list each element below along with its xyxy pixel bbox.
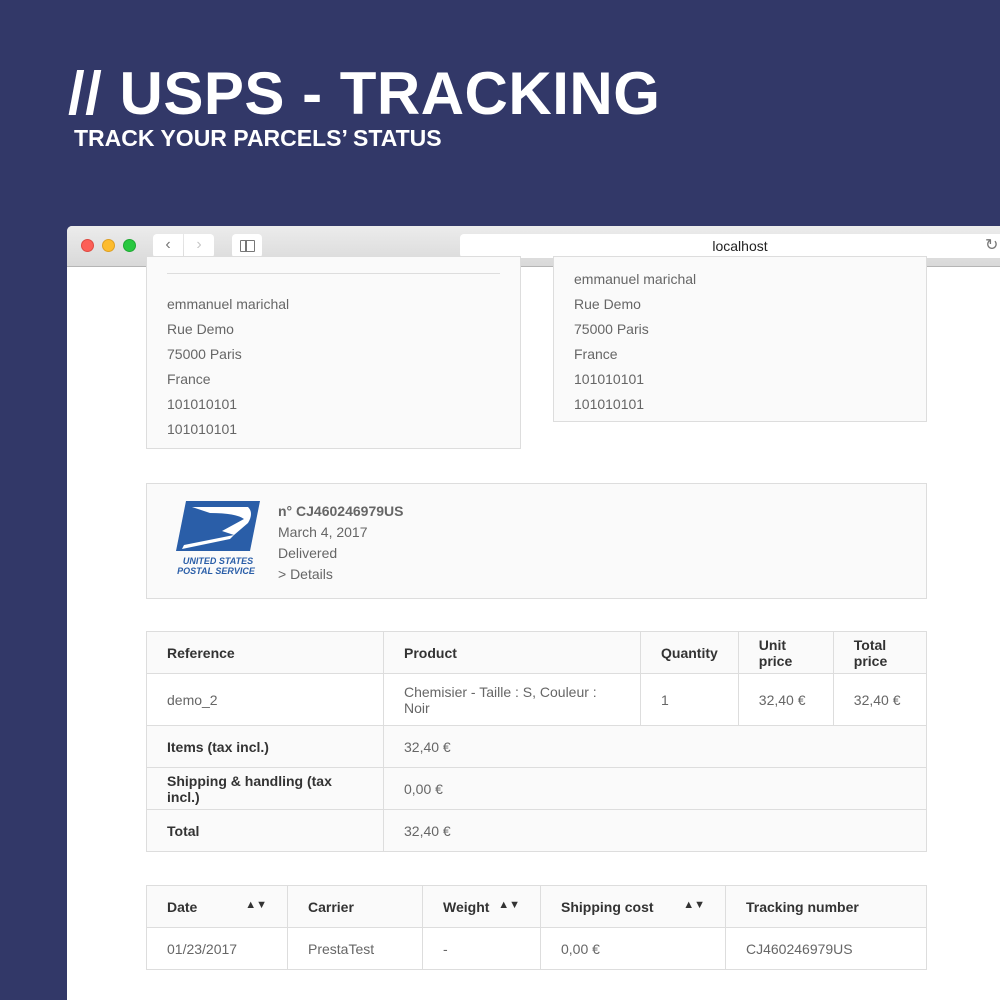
cell-total-price: 32,40 € <box>832 673 928 726</box>
summary-value: 0,00 € <box>383 767 927 810</box>
address-line: emmanuel marichal <box>167 296 290 312</box>
column-header-tracking-number: Tracking number <box>725 885 927 928</box>
tracking-number: n° CJ460246979US <box>278 503 404 519</box>
shipping-table: Date ▲▼ Carrier Weight ▲▼ Shipping cost ▲▼ … <box>146 885 927 970</box>
address-line: 101010101 <box>167 396 238 412</box>
cell-date: 01/23/2017 <box>146 927 288 970</box>
column-header: Quantity <box>640 631 739 674</box>
summary-value: 32,40 € <box>383 725 927 768</box>
cell-unit-price: 32,40 € <box>737 673 834 726</box>
tracking-date: March 4, 2017 <box>278 524 368 540</box>
sort-icon[interactable]: ▲▼ <box>498 899 520 911</box>
details-link[interactable]: > Details <box>278 566 333 582</box>
column-header: Total price <box>832 631 928 674</box>
address-line: 101010101 <box>167 421 238 437</box>
address-line: Rue Demo <box>167 321 234 337</box>
column-header-carrier: Carrier <box>287 885 423 928</box>
cell-quantity: 1 <box>640 673 739 726</box>
address-line: emmanuel marichal <box>574 271 697 287</box>
summary-label: Total <box>146 809 384 852</box>
column-header-date[interactable]: Date ▲▼ <box>146 885 288 928</box>
cell-shipping-cost: 0,00 € <box>540 927 726 970</box>
divider <box>167 273 500 274</box>
page-content: emmanuel marichal Rue Demo 75000 Paris F… <box>67 256 1000 1000</box>
table-header-row: Date ▲▼ Carrier Weight ▲▼ Shipping cost ▲▼ … <box>146 885 927 928</box>
address-bar[interactable]: localhost <box>460 234 1000 258</box>
column-header-label: Weight <box>443 898 490 915</box>
column-header-label: Tracking number <box>746 898 859 915</box>
address-line: France <box>574 346 618 362</box>
close-window-button[interactable] <box>81 239 94 252</box>
column-header: Unit price <box>737 631 834 674</box>
summary-row-items: Items (tax incl.) 32,40 € <box>146 725 927 768</box>
address-line: 75000 Paris <box>167 346 242 362</box>
tracking-status: Delivered <box>278 545 338 561</box>
cell-product: Chemisier - Taille : S, Couleur : Noir <box>383 673 641 726</box>
column-header-label: Shipping cost <box>561 898 654 915</box>
sidebar-icon <box>240 240 255 252</box>
logo-text-line2: POSTAL SERVICE <box>177 566 256 576</box>
cell-tracking-number: CJ460246979US <box>725 927 927 970</box>
sort-icon[interactable]: ▲▼ <box>683 899 705 911</box>
hero-subtitle: TRACK YOUR PARCELS’ STATUS <box>74 125 442 151</box>
cell-weight: - <box>422 927 541 970</box>
invoice-address-box: emmanuel marichal Rue Demo 75000 Paris F… <box>553 256 927 422</box>
summary-label: Shipping & handling (tax incl.) <box>146 767 384 810</box>
table-header-row: Reference Product Quantity Unit price To… <box>146 631 928 674</box>
hero-title: // USPS - TRACKING <box>68 60 661 127</box>
column-header: Reference <box>146 631 384 674</box>
forward-button[interactable]: › <box>184 234 214 258</box>
delivery-address-box: emmanuel marichal Rue Demo 75000 Paris F… <box>146 256 521 449</box>
maximize-window-button[interactable] <box>123 239 136 252</box>
address-line: 101010101 <box>574 396 645 412</box>
order-products-table: Reference Product Quantity Unit price To… <box>146 631 928 852</box>
column-header-weight[interactable]: Weight ▲▼ <box>422 885 541 928</box>
reload-icon[interactable]: ↻ <box>985 235 998 255</box>
summary-row-shipping: Shipping & handling (tax incl.) 0,00 € <box>146 767 927 810</box>
sidebar-toggle-button[interactable] <box>232 234 262 258</box>
cell-carrier: PrestaTest <box>287 927 423 970</box>
logo-text-line1: UNITED STATES <box>183 556 253 566</box>
tracking-card: UNITED STATES POSTAL SERVICE n° CJ460246… <box>146 483 927 599</box>
column-header-label: Carrier <box>308 898 354 915</box>
address-line: 101010101 <box>574 371 645 387</box>
column-header-label: Date <box>167 898 198 915</box>
cell-reference: demo_2 <box>146 673 384 726</box>
summary-label: Items (tax incl.) <box>146 725 384 768</box>
address-line: France <box>167 371 211 387</box>
browser-window: ‹ › localhost ↻ emmanuel marichal Rue De… <box>67 226 1000 1000</box>
address-line: Rue Demo <box>574 296 641 312</box>
sort-icon[interactable]: ▲▼ <box>245 899 267 911</box>
minimize-window-button[interactable] <box>102 239 115 252</box>
column-header: Product <box>383 631 641 674</box>
summary-row-total: Total 32,40 € <box>146 809 927 852</box>
address-line: 75000 Paris <box>574 321 649 337</box>
back-button[interactable]: ‹ <box>153 234 183 258</box>
summary-value: 32,40 € <box>383 809 927 852</box>
usps-logo: UNITED STATES POSTAL SERVICE <box>176 501 260 576</box>
column-header-shipping-cost[interactable]: Shipping cost ▲▼ <box>540 885 726 928</box>
table-row: demo_2 Chemisier - Taille : S, Couleur :… <box>146 673 928 726</box>
table-row: 01/23/2017 PrestaTest - 0,00 € CJ4602469… <box>146 927 927 970</box>
